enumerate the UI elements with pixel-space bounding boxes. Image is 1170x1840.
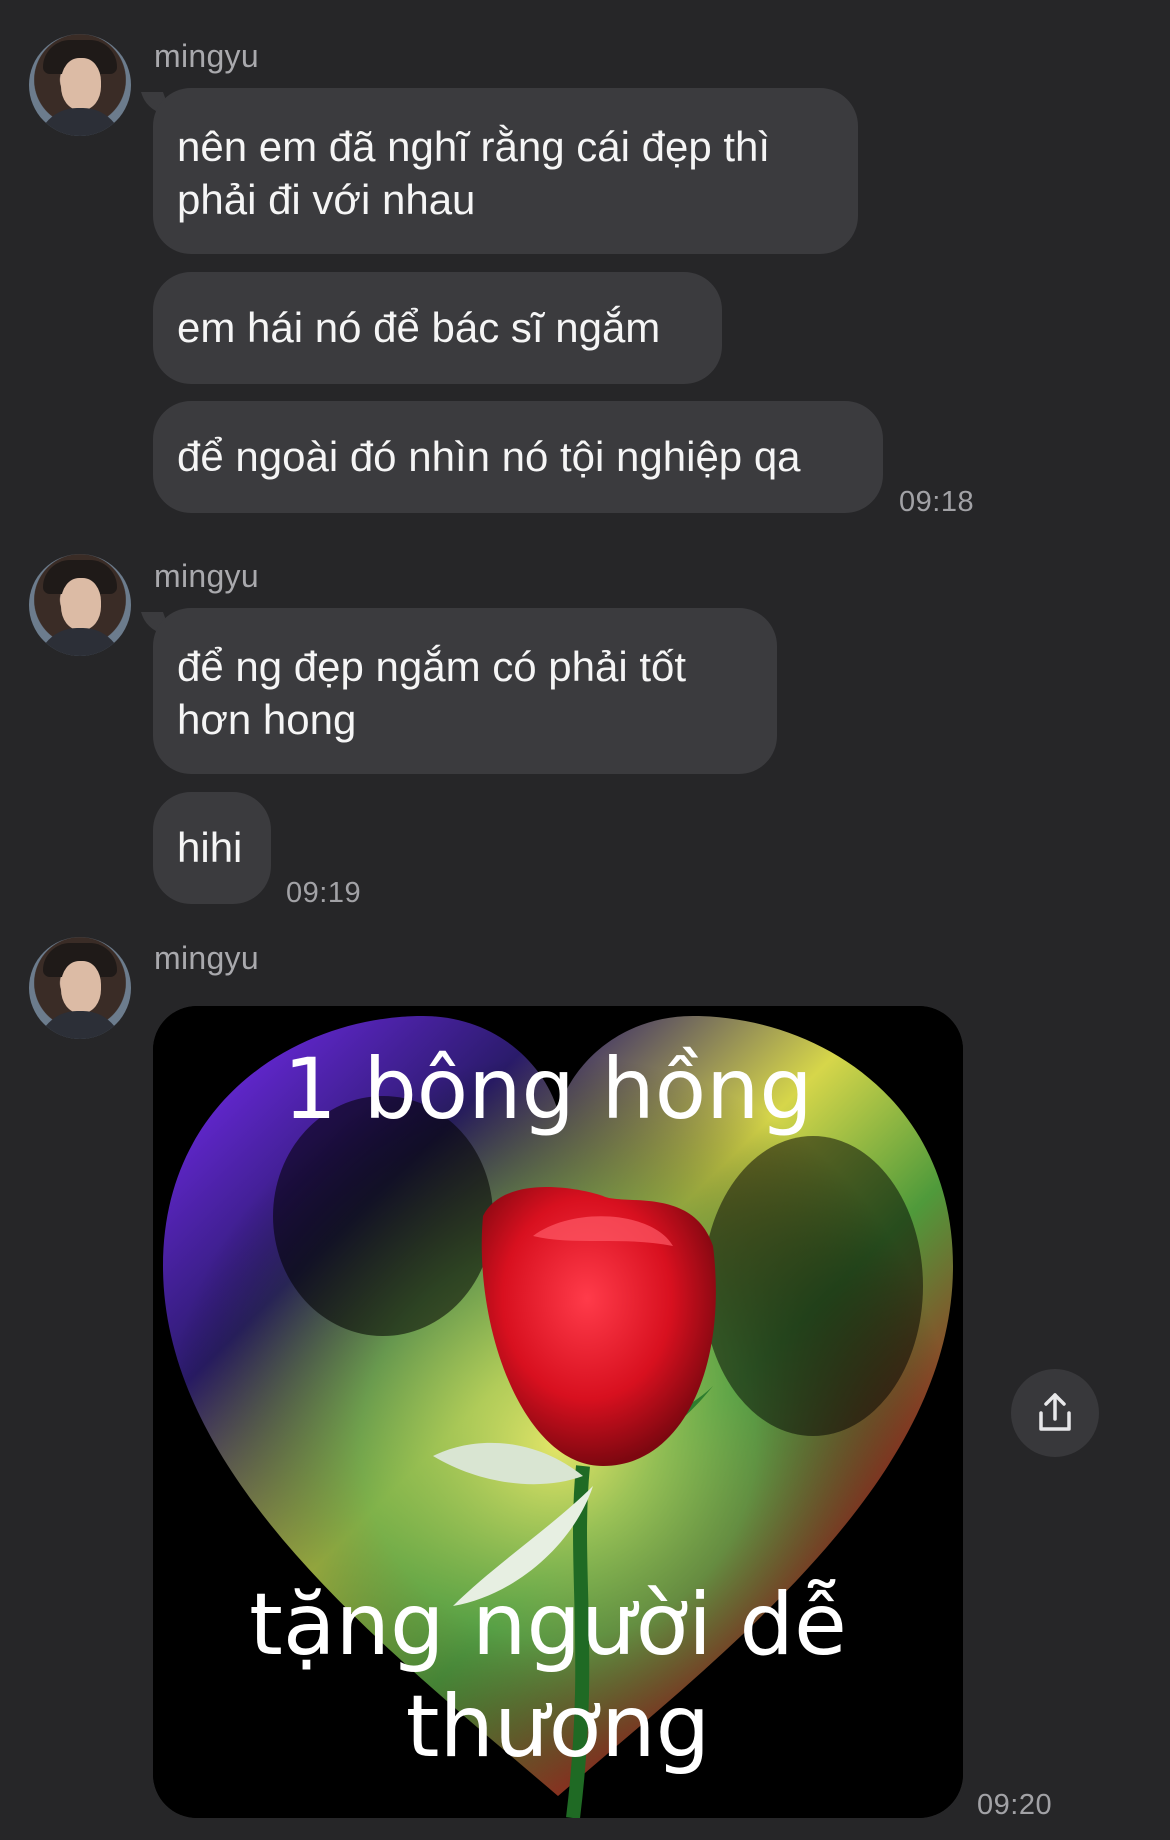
image-message[interactable]: 1 bông hồng tặng người dễ thương (153, 1006, 963, 1818)
image-caption-top: 1 bông hồng (283, 1040, 812, 1138)
image-caption-bottom-1: tặng người dễ (249, 1575, 847, 1675)
message-timestamp: 09:20 (977, 1789, 1053, 1821)
share-icon (1039, 1393, 1071, 1431)
avatar[interactable] (29, 34, 131, 136)
message-bubble[interactable]: để ng đẹp ngắm có phải tốt hơn hong (153, 608, 777, 774)
sender-name: mingyu (154, 558, 259, 594)
message-bubble[interactable]: em hái nó để bác sĩ ngắm (153, 272, 722, 384)
sender-name: mingyu (154, 940, 259, 976)
share-button[interactable] (1011, 1369, 1099, 1457)
sender-name: mingyu (154, 38, 259, 74)
message-bubble[interactable]: nên em đã nghĩ rằng cái đẹp thì phải đi … (153, 88, 858, 254)
image-caption-bottom-2: thương (406, 1677, 710, 1777)
message-bubble[interactable]: hihi (153, 792, 271, 904)
message-timestamp: 09:19 (286, 877, 362, 909)
message-timestamp: 09:18 (899, 486, 975, 518)
avatar[interactable] (29, 554, 131, 656)
rose-heart-image: 1 bông hồng tặng người dễ thương (153, 1006, 963, 1818)
message-bubble[interactable]: để ngoài đó nhìn nó tội nghiệp qa (153, 401, 883, 513)
avatar[interactable] (29, 937, 131, 1039)
